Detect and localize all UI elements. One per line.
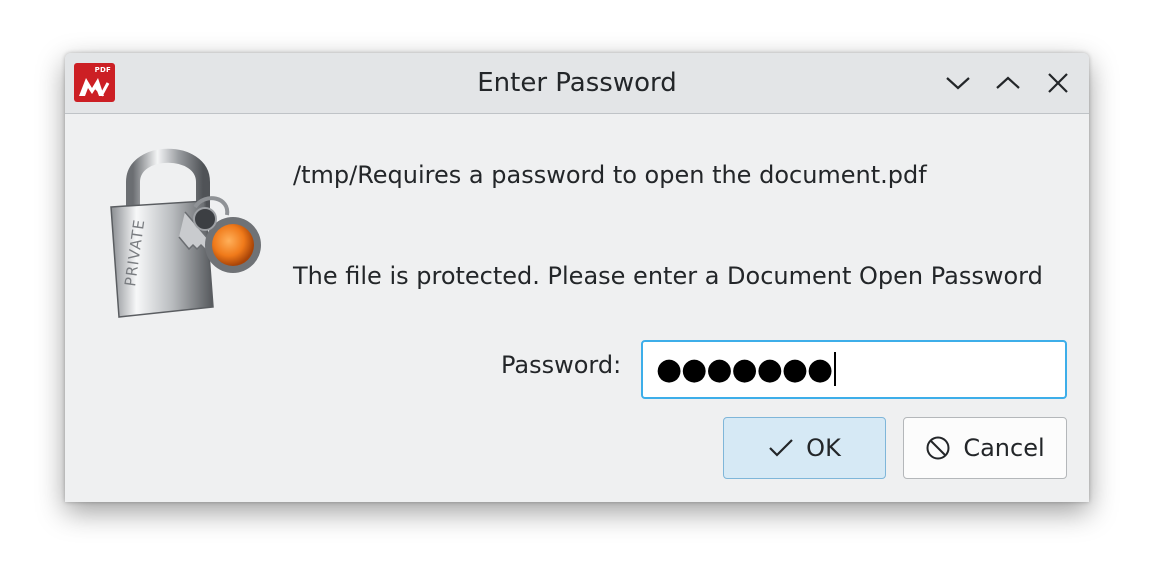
title-bar[interactable]: PDF Enter Password <box>65 53 1089 114</box>
password-dialog: PDF Enter Password PRIVATE /tmp/Requires… <box>65 53 1089 502</box>
cancel-icon <box>925 435 951 461</box>
checkmark-icon <box>768 438 794 458</box>
document-path-text: /tmp/Requires a password to open the doc… <box>293 161 927 189</box>
chevron-up-icon <box>996 76 1020 89</box>
chevron-down-icon <box>946 77 970 90</box>
protection-message: The file is protected. Please enter a Do… <box>293 262 1043 290</box>
desktop-background: PDF Enter Password PRIVATE /tmp/Requires… <box>0 0 1154 579</box>
padlock-icon: PRIVATE <box>110 148 261 318</box>
maximize-button[interactable] <box>992 67 1024 99</box>
cancel-button-label: Cancel <box>963 434 1045 462</box>
password-dots: ●●●●●●● <box>656 352 833 387</box>
cancel-button[interactable]: Cancel <box>903 417 1067 479</box>
password-label: Password: <box>501 351 622 379</box>
close-button[interactable] <box>1042 67 1074 99</box>
minimize-button[interactable] <box>942 67 974 99</box>
window-title: Enter Password <box>477 68 677 98</box>
ok-button-label: OK <box>806 434 841 462</box>
password-masked-value: ●●●●●●● <box>656 351 837 388</box>
close-icon <box>1048 73 1068 93</box>
password-input[interactable]: ●●●●●●● <box>641 340 1067 399</box>
text-caret <box>834 351 837 386</box>
ok-button[interactable]: OK <box>723 417 886 479</box>
